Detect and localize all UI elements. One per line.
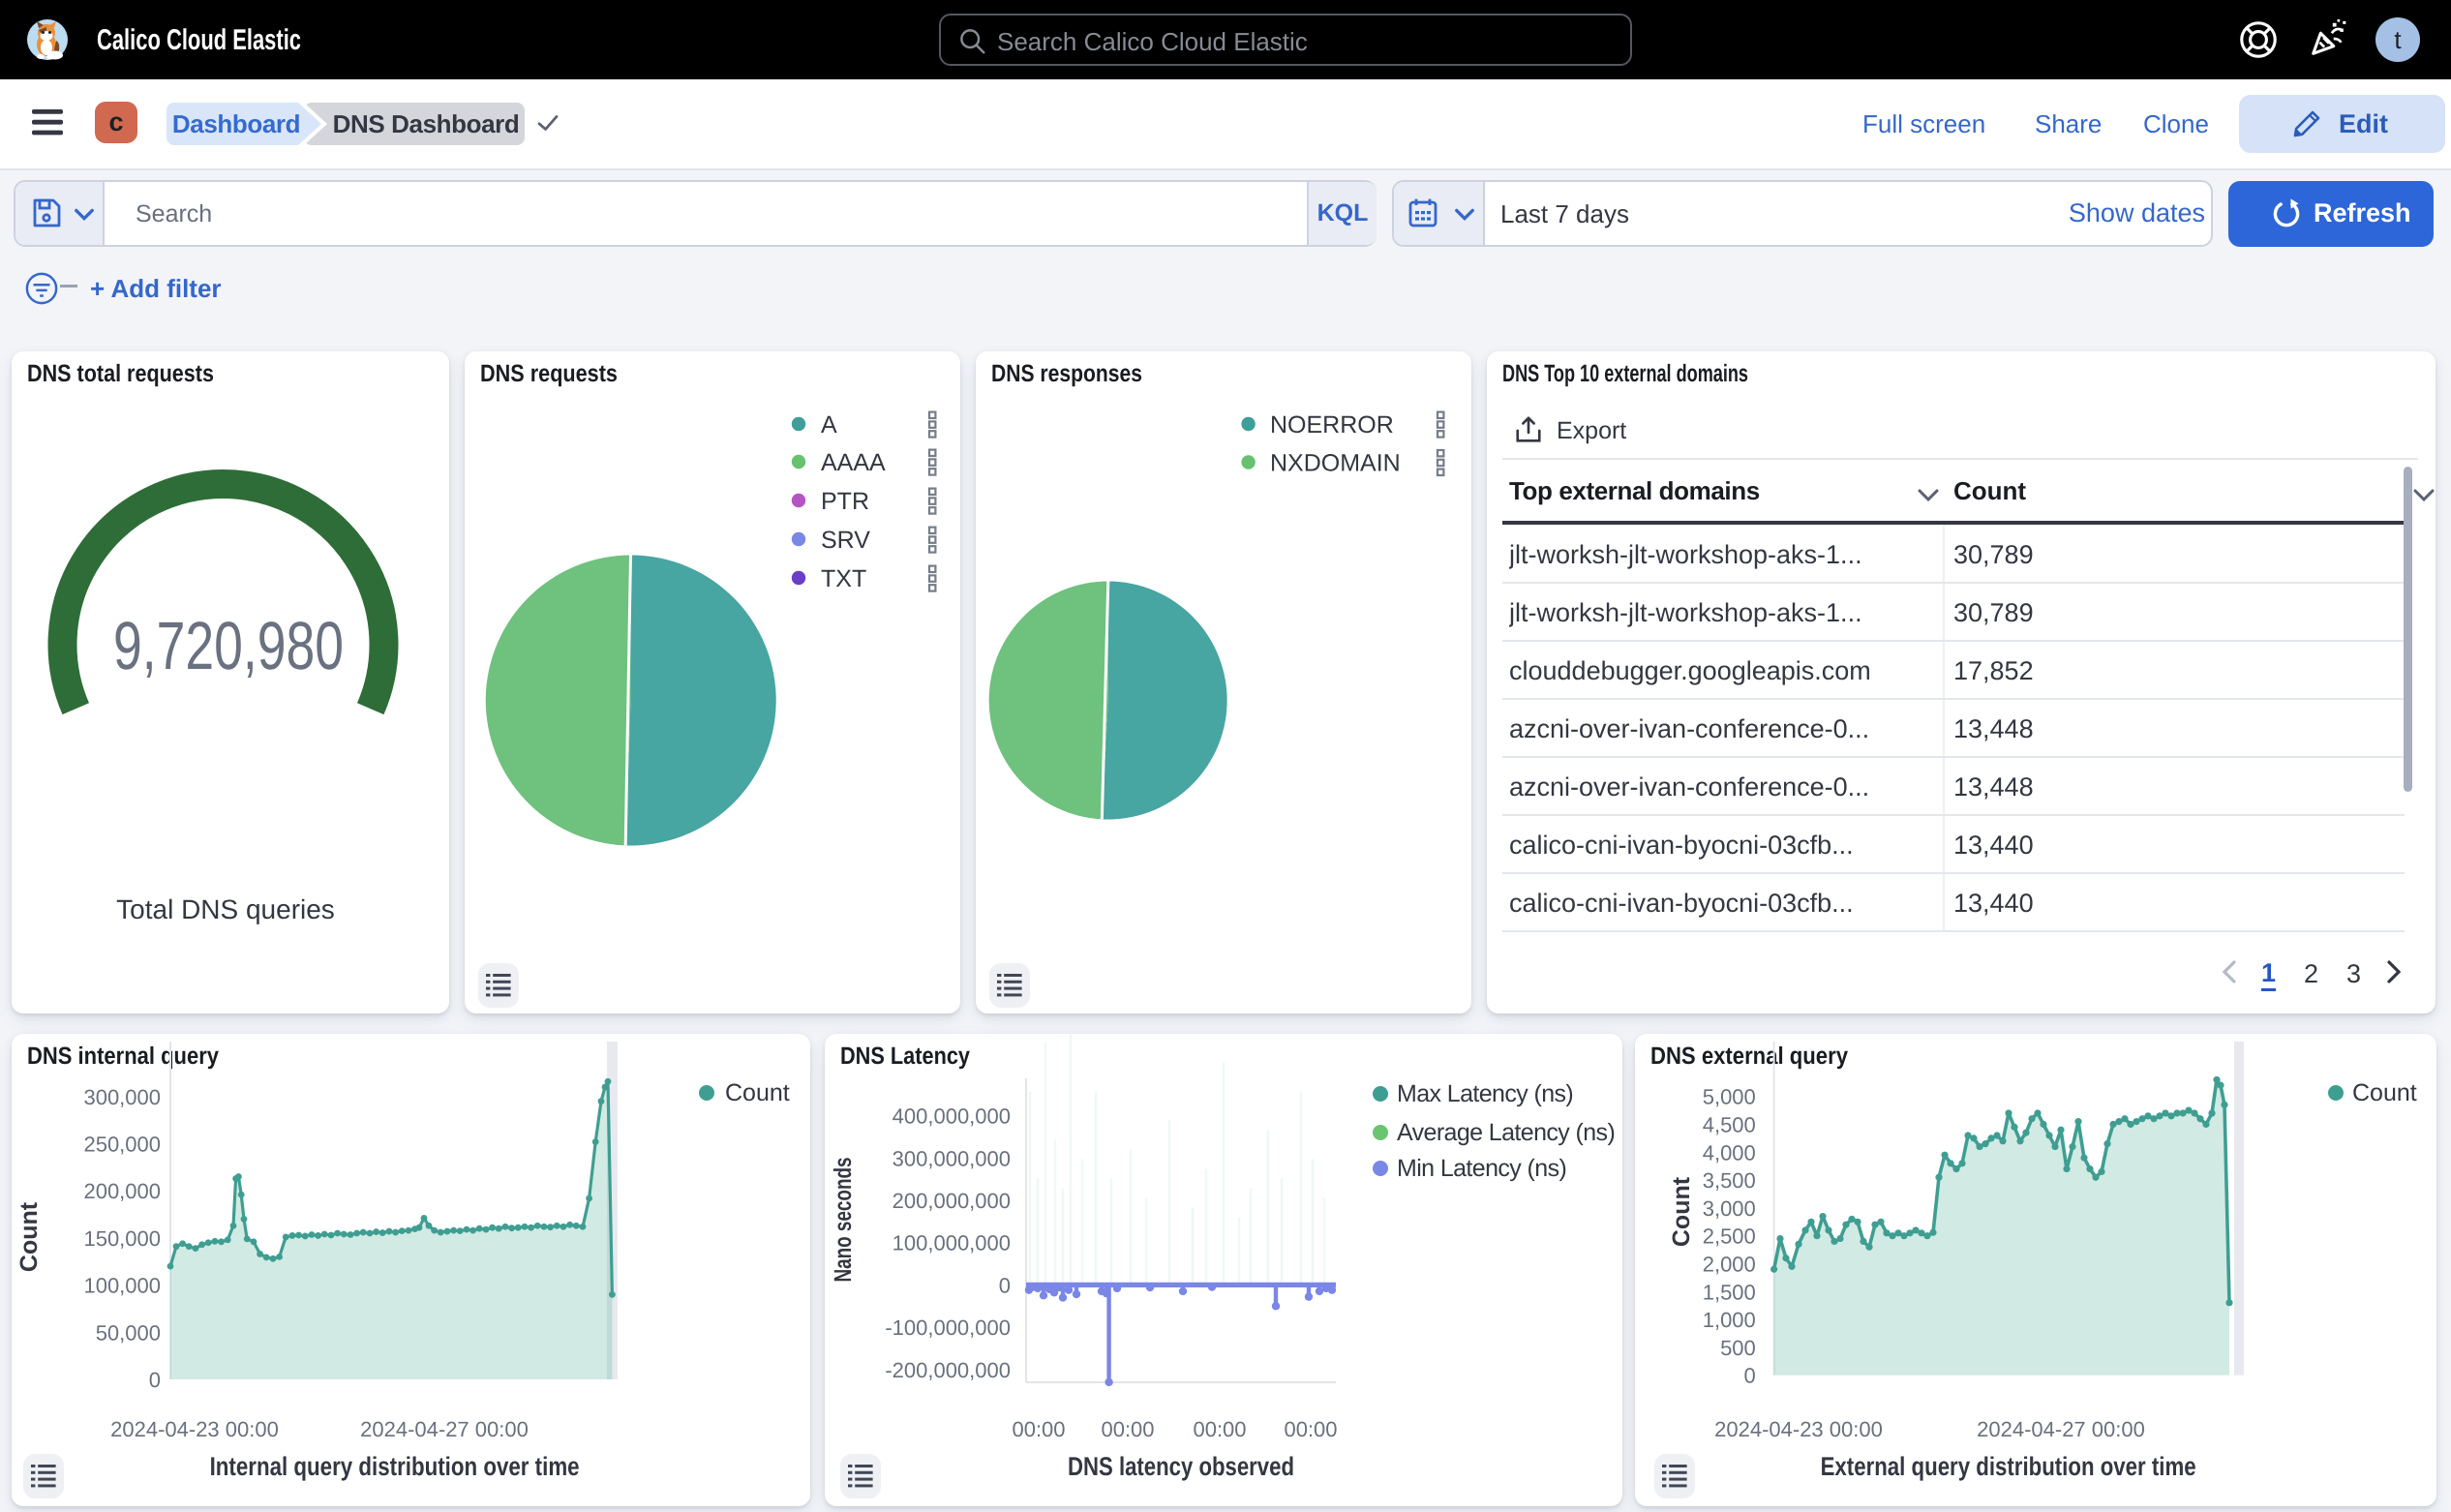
svg-text:External query distribution ov: External query distribution over time	[1821, 1452, 2197, 1481]
svg-text:Nano seconds: Nano seconds	[830, 1157, 857, 1282]
svg-text:0: 0	[1744, 1366, 1756, 1389]
svg-text:Count: Count	[725, 1079, 791, 1106]
svg-text:2024-04-23 00:00: 2024-04-23 00:00	[110, 1419, 279, 1442]
svg-text:1,000: 1,000	[1703, 1310, 1756, 1333]
svg-text:2024-04-23 00:00: 2024-04-23 00:00	[1714, 1419, 1883, 1442]
svg-text:2024-04-27 00:00: 2024-04-27 00:00	[1977, 1419, 2145, 1442]
svg-text:DNS Top 10 external domains: DNS Top 10 external domains	[1502, 360, 1748, 387]
svg-text:Calico Cloud Elastic: Calico Cloud Elastic	[97, 24, 301, 57]
svg-text:Internal query distribution ov: Internal query distribution over time	[210, 1452, 581, 1481]
svg-text:TXT: TXT	[821, 565, 867, 592]
svg-text:3,500: 3,500	[1703, 1170, 1756, 1194]
svg-text:0: 0	[149, 1370, 161, 1393]
svg-text:-100,000,000: -100,000,000	[885, 1317, 1011, 1341]
svg-text:A: A	[821, 411, 838, 438]
svg-text:200,000,000: 200,000,000	[893, 1191, 1011, 1214]
svg-text:00:00: 00:00	[1284, 1419, 1337, 1442]
svg-text:5,000: 5,000	[1703, 1087, 1756, 1110]
svg-text:PTR: PTR	[821, 488, 869, 515]
svg-text:150,000: 150,000	[83, 1228, 161, 1252]
svg-text:2,500: 2,500	[1703, 1226, 1756, 1250]
svg-text:00:00: 00:00	[1193, 1419, 1246, 1442]
svg-text:100,000: 100,000	[83, 1276, 161, 1299]
svg-text:Max Latency (ns): Max Latency (ns)	[1397, 1080, 1573, 1107]
svg-text:200,000: 200,000	[83, 1181, 161, 1204]
svg-text:DNS latency observed: DNS latency observed	[1068, 1452, 1294, 1481]
svg-text:50,000: 50,000	[96, 1322, 161, 1346]
svg-text:Count: Count	[1668, 1175, 1695, 1247]
svg-text:100,000,000: 100,000,000	[893, 1233, 1011, 1256]
svg-text:Min Latency (ns): Min Latency (ns)	[1397, 1155, 1566, 1182]
svg-text:Average Latency (ns): Average Latency (ns)	[1397, 1119, 1615, 1146]
svg-text:400,000,000: 400,000,000	[893, 1106, 1011, 1130]
svg-text:2,000: 2,000	[1703, 1255, 1756, 1278]
svg-text:4,000: 4,000	[1703, 1142, 1756, 1165]
svg-text:250,000: 250,000	[83, 1134, 161, 1158]
svg-text:NXDOMAIN: NXDOMAIN	[1270, 450, 1401, 477]
svg-text:Count: Count	[2352, 1079, 2418, 1106]
svg-text:00:00: 00:00	[1012, 1419, 1065, 1442]
svg-text:4,500: 4,500	[1703, 1115, 1756, 1138]
svg-text:00:00: 00:00	[1101, 1419, 1154, 1442]
svg-text:NOERROR: NOERROR	[1270, 411, 1394, 438]
svg-text:0: 0	[999, 1275, 1011, 1298]
svg-text:500: 500	[1720, 1338, 1756, 1361]
svg-text:AAAA: AAAA	[821, 449, 887, 476]
svg-text:300,000: 300,000	[83, 1087, 161, 1110]
svg-text:1,500: 1,500	[1703, 1282, 1756, 1305]
svg-text:9,720,980: 9,720,980	[113, 609, 344, 684]
svg-text:3,000: 3,000	[1703, 1198, 1756, 1222]
svg-text:-200,000,000: -200,000,000	[885, 1360, 1011, 1383]
svg-text:2024-04-27 00:00: 2024-04-27 00:00	[360, 1419, 529, 1442]
svg-text:300,000,000: 300,000,000	[893, 1148, 1011, 1171]
svg-text:Count: Count	[15, 1200, 43, 1272]
svg-text:SRV: SRV	[821, 527, 871, 554]
svg-text:Total DNS queries: Total DNS queries	[116, 893, 335, 924]
